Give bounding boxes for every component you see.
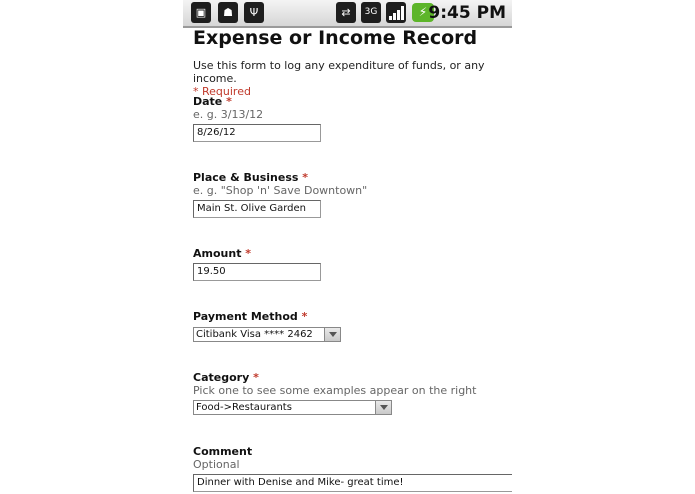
phone-screen: ▣ ☗ Ψ ⇄ 3G ⚡ 9:45 PM Expense or Income R… — [183, 0, 512, 494]
category-label: Category * — [193, 371, 259, 384]
place-input[interactable]: Main St. Olive Garden — [193, 200, 321, 218]
category-field-group: Category * Pick one to see some examples… — [193, 371, 476, 415]
comment-label: Comment — [193, 445, 253, 458]
category-select[interactable]: Food->Restaurants — [193, 400, 392, 415]
clipboard-icon: ▣ — [191, 2, 211, 23]
place-label: Place & Business * — [193, 171, 309, 184]
comment-hint: Optional — [193, 458, 240, 471]
amount-field-group: Amount * 19.50 — [193, 247, 321, 281]
payment-field-group: Payment Method * Citibank Visa **** 2462 — [193, 310, 341, 342]
category-hint: Pick one to see some examples appear on … — [193, 384, 477, 397]
expense-form: Expense or Income Record Use this form t… — [193, 27, 512, 492]
form-title: Expense or Income Record — [193, 27, 478, 49]
clock: 9:45 PM — [428, 3, 506, 23]
place-hint: e. g. "Shop 'n' Save Downtown" — [193, 184, 368, 197]
form-description: Use this form to log any expenditure of … — [193, 59, 485, 85]
date-hint: e. g. 3/13/12 — [193, 108, 264, 121]
category-value: Food->Restaurants — [196, 402, 292, 413]
comment-input[interactable]: Dinner with Denise and Mike- great time! — [193, 474, 512, 492]
amount-input[interactable]: 19.50 — [193, 263, 321, 281]
place-field-group: Place & Business * e. g. "Shop 'n' Save … — [193, 171, 367, 218]
status-bar: ▣ ☗ Ψ ⇄ 3G ⚡ 9:45 PM — [183, 0, 512, 28]
comment-field-group: Comment Optional Dinner with Denise and … — [193, 445, 512, 492]
amount-label: Amount * — [193, 247, 252, 260]
payment-method-value: Citibank Visa **** 2462 — [196, 329, 313, 340]
chevron-down-icon[interactable] — [375, 401, 391, 414]
chevron-down-icon[interactable] — [324, 328, 340, 341]
payment-method-select[interactable]: Citibank Visa **** 2462 — [193, 327, 341, 342]
3g-icon: 3G — [361, 2, 381, 23]
date-label: Date * — [193, 95, 232, 108]
payment-label: Payment Method * — [193, 310, 308, 323]
date-input[interactable]: 8/26/12 — [193, 124, 321, 142]
signal-icon — [386, 2, 406, 23]
date-field-group: Date * e. g. 3/13/12 8/26/12 — [193, 95, 321, 142]
android-icon: ☗ — [218, 2, 238, 23]
sync-icon: ⇄ — [336, 2, 356, 23]
usb-icon: Ψ — [244, 2, 264, 23]
